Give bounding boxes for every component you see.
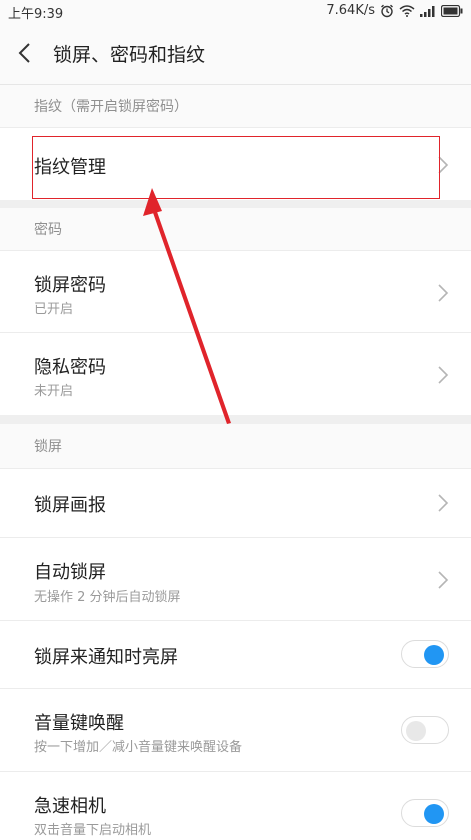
battery-icon [441, 4, 463, 17]
fingerprint-manage-item[interactable]: 指纹管理 [0, 127, 471, 200]
toggle-knob [406, 721, 426, 741]
lock-password-item[interactable]: 锁屏密码 已开启 [0, 250, 471, 332]
status-time: 上午9:39 [8, 7, 64, 22]
lock-password-label: 锁屏密码 [34, 275, 106, 296]
chevron-right-icon [437, 155, 449, 175]
toggle-knob [424, 645, 444, 665]
wifi-icon [399, 4, 415, 17]
status-bar: 上午9:39 7.64K/s [0, 0, 471, 22]
auto-lock-description: 无操作 2 分钟后自动锁屏 [34, 590, 181, 605]
settings-screen: 上午9:39 7.64K/s 锁屏、密码和指纹 指纹（需开启锁屏密码） 指纹管理… [0, 0, 471, 840]
app-header: 锁屏、密码和指纹 [0, 22, 471, 85]
volume-key-wake-toggle[interactable] [401, 716, 449, 744]
toggle-knob [424, 804, 444, 824]
lockscreen-wallpaper-item[interactable]: 锁屏画报 [0, 468, 471, 537]
lock-password-status: 已开启 [34, 302, 74, 317]
lockscreen-wallpaper-label: 锁屏画报 [34, 495, 106, 516]
back-arrow-icon [12, 43, 40, 71]
page-title: 锁屏、密码和指纹 [53, 44, 206, 66]
privacy-password-item[interactable]: 隐私密码 未开启 [0, 332, 471, 415]
notification-wake-label: 锁屏来通知时亮屏 [34, 647, 178, 668]
alarm-clock-icon [380, 4, 394, 18]
auto-lock-item[interactable]: 自动锁屏 无操作 2 分钟后自动锁屏 [0, 537, 471, 620]
volume-key-wake-item: 音量键唤醒 按一下增加／减小音量键来唤醒设备 [0, 688, 471, 771]
chevron-right-icon [437, 365, 449, 385]
password-section: 密码 锁屏密码 已开启 隐私密码 未开启 [0, 208, 471, 415]
section-header-lockscreen: 锁屏 [0, 424, 471, 468]
section-header-fingerprint: 指纹（需开启锁屏密码） [0, 85, 471, 127]
auto-lock-label: 自动锁屏 [34, 562, 106, 583]
notification-wake-toggle[interactable] [401, 640, 449, 668]
volume-key-wake-description: 按一下增加／减小音量键来唤醒设备 [34, 740, 243, 755]
section-divider [0, 415, 471, 424]
chevron-right-icon [437, 570, 449, 590]
status-icons: 7.64K/s [326, 3, 463, 18]
chevron-right-icon [437, 283, 449, 303]
privacy-password-status: 未开启 [34, 384, 74, 399]
signal-icon [420, 5, 436, 17]
fingerprint-section: 指纹（需开启锁屏密码） 指纹管理 [0, 85, 471, 200]
fingerprint-manage-label: 指纹管理 [34, 157, 106, 178]
lockscreen-section: 锁屏 锁屏画报 自动锁屏 无操作 2 分钟后自动锁屏 锁屏来通知时亮屏 音量键唤… [0, 424, 471, 840]
volume-key-wake-label: 音量键唤醒 [34, 713, 124, 734]
section-divider [0, 200, 471, 208]
section-header-password: 密码 [0, 208, 471, 250]
privacy-password-label: 隐私密码 [34, 357, 106, 378]
quick-camera-label: 急速相机 [34, 796, 106, 817]
network-speed: 7.64K/s [326, 3, 375, 18]
chevron-right-icon [437, 493, 449, 513]
back-button[interactable] [12, 39, 40, 67]
notification-wake-item: 锁屏来通知时亮屏 [0, 620, 471, 688]
quick-camera-description: 双击音量下启动相机 [34, 823, 152, 838]
quick-camera-toggle[interactable] [401, 799, 449, 827]
quick-camera-item: 急速相机 双击音量下启动相机 [0, 771, 471, 840]
